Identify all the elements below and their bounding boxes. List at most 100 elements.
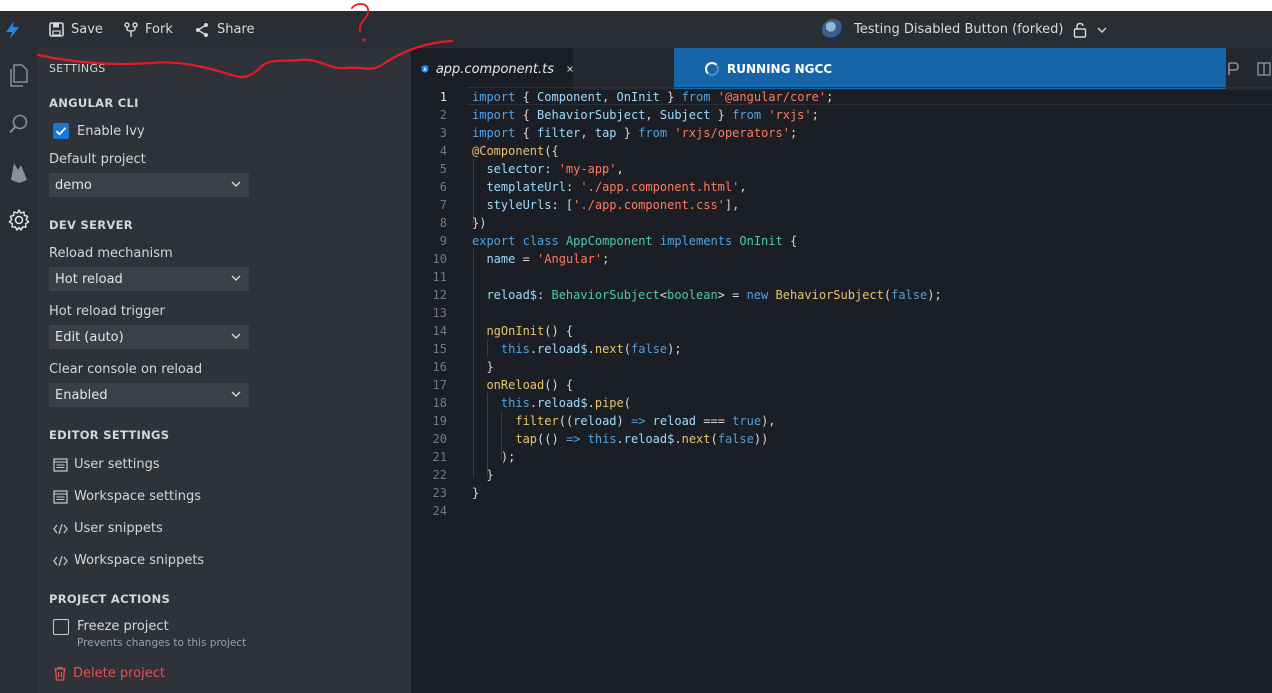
workspace-settings-link[interactable]: Workspace settings <box>53 489 201 504</box>
delete-project-label: Delete project <box>73 666 165 681</box>
code-line-19: filter((reload) => reload === true), <box>515 414 776 428</box>
clear-console-value: Enabled <box>55 387 108 403</box>
split-view-icon <box>1257 62 1271 76</box>
code-line-10: name = 'Angular'; <box>486 252 610 266</box>
search-icon <box>8 114 27 134</box>
stackblitz-logo[interactable] <box>4 11 22 48</box>
line-number: 24 <box>432 504 447 518</box>
clear-console-select[interactable]: Enabled <box>49 383 249 407</box>
code-icon <box>53 555 68 566</box>
save-label: Save <box>71 22 103 37</box>
settings-file-icon <box>53 457 68 472</box>
enable-ivy-checkbox[interactable] <box>53 123 69 139</box>
project-title: Testing Disabled Button (forked) <box>854 22 1064 37</box>
line-number: 12 <box>432 288 447 302</box>
code-line-22: } <box>472 468 494 482</box>
line-number: 9 <box>439 234 447 248</box>
code-line-9: export class AppComponent implements OnI… <box>472 234 798 248</box>
search-button[interactable] <box>0 104 37 144</box>
share-button[interactable]: Share <box>194 11 255 48</box>
sidebar-title: SETTINGS <box>49 62 106 75</box>
fork-icon <box>124 21 138 37</box>
line-number: 20 <box>432 432 447 446</box>
share-icon <box>196 22 208 37</box>
unlock-icon <box>1074 22 1087 38</box>
code-line-3: import { filter, tap } from 'rxjs/operat… <box>472 126 798 140</box>
settings-button[interactable] <box>0 200 37 240</box>
line-number: 17 <box>432 378 447 392</box>
explorer-button[interactable] <box>0 56 37 96</box>
workspace-snippets-label: Workspace snippets <box>74 553 205 568</box>
workspace-snippets-link[interactable]: Workspace snippets <box>53 553 204 568</box>
chevron-down-icon <box>231 275 241 281</box>
workspace-settings-label: Workspace settings <box>74 489 202 504</box>
chevron-down-icon <box>1097 27 1107 33</box>
code-line-5: selector: 'my-app', <box>486 162 624 176</box>
line-number: 13 <box>432 306 447 320</box>
close-icon[interactable] <box>567 64 573 74</box>
banner-text: RUNNING NGCC <box>727 61 833 76</box>
code-editor[interactable]: 1 2 3 4 5 6 7 8 9 10 11 12 13 14 15 16 17 18 19 20 21 22 23 24 … <box>411 87 1272 693</box>
line-number: 21 <box>432 450 447 464</box>
project-actions-heading: PROJECT ACTIONS <box>49 592 171 606</box>
user-settings-link[interactable]: User settings <box>53 457 160 472</box>
line-number: 23 <box>432 486 447 500</box>
delete-project-button[interactable]: Delete project <box>53 666 165 681</box>
fork-button[interactable]: Fork <box>124 11 173 48</box>
firebase-icon <box>10 163 27 183</box>
line-number: 14 <box>432 324 447 338</box>
hot-reload-trigger-value: Edit (auto) <box>55 329 124 345</box>
freeze-project-description: Prevents changes to this project <box>77 637 247 649</box>
save-button[interactable]: Save <box>49 11 103 48</box>
freeze-project-checkbox[interactable] <box>53 619 69 635</box>
spinner-icon <box>705 61 719 76</box>
code-icon <box>53 523 68 534</box>
window-top-strip <box>0 0 1272 11</box>
line-number: 3 <box>439 126 447 140</box>
default-project-select[interactable]: demo <box>49 173 249 197</box>
line-number: 18 <box>432 396 447 410</box>
split-editor-button[interactable] <box>1257 61 1271 80</box>
save-icon <box>49 22 64 37</box>
top-bar: Save Fork Share Testing Disabled Button … <box>0 11 1272 48</box>
line-number: 2 <box>439 108 447 122</box>
share-label: Share <box>217 22 255 37</box>
code-line-12: reload$: BehaviorSubject<boolean> = new … <box>486 288 942 302</box>
fork-label: Fork <box>145 22 173 37</box>
reload-mechanism-select[interactable]: Hot reload <box>49 267 249 291</box>
bolt-icon <box>6 20 19 39</box>
preview-toggle-button[interactable] <box>1227 61 1239 80</box>
preview-icon <box>1228 62 1239 75</box>
angular-file-icon <box>421 65 429 73</box>
code-line-18: this.reload$.pipe( <box>500 396 631 410</box>
tab-app-component-ts[interactable]: app.component.ts <box>411 48 573 90</box>
line-number: 1 <box>439 90 447 104</box>
dev-server-heading: DEV SERVER <box>49 218 133 232</box>
line-number: 19 <box>432 414 447 428</box>
user-snippets-link[interactable]: User snippets <box>53 521 163 536</box>
files-icon <box>9 64 28 87</box>
user-snippets-label: User snippets <box>74 521 163 536</box>
angular-cli-heading: ANGULAR CLI <box>49 96 139 110</box>
line-number: 10 <box>432 252 447 266</box>
default-project-value: demo <box>55 177 92 193</box>
chevron-down-icon <box>231 333 241 339</box>
code-line-2: import { BehaviorSubject, Subject } from… <box>472 108 819 122</box>
firebase-button[interactable] <box>0 152 37 192</box>
settings-sidebar: SETTINGS ANGULAR CLI Enable Ivy Default … <box>37 48 411 693</box>
default-project-label: Default project <box>49 152 146 167</box>
line-number: 11 <box>432 270 447 284</box>
code-line-14: ngOnInit() { <box>486 324 574 338</box>
project-title-menu[interactable]: Testing Disabled Button (forked) <box>822 11 1107 48</box>
enable-ivy-label: Enable Ivy <box>77 124 145 139</box>
clear-console-label: Clear console on reload <box>49 362 203 377</box>
chevron-down-icon <box>231 181 241 187</box>
freeze-project-label: Freeze project <box>77 619 169 634</box>
checkmark-icon <box>55 127 67 136</box>
code-line-7: styleUrls: ['./app.component.css'], <box>486 198 740 212</box>
code-line-4: @Component({ <box>472 144 559 158</box>
hot-reload-trigger-select[interactable]: Edit (auto) <box>49 325 249 349</box>
line-number: 22 <box>432 468 447 482</box>
